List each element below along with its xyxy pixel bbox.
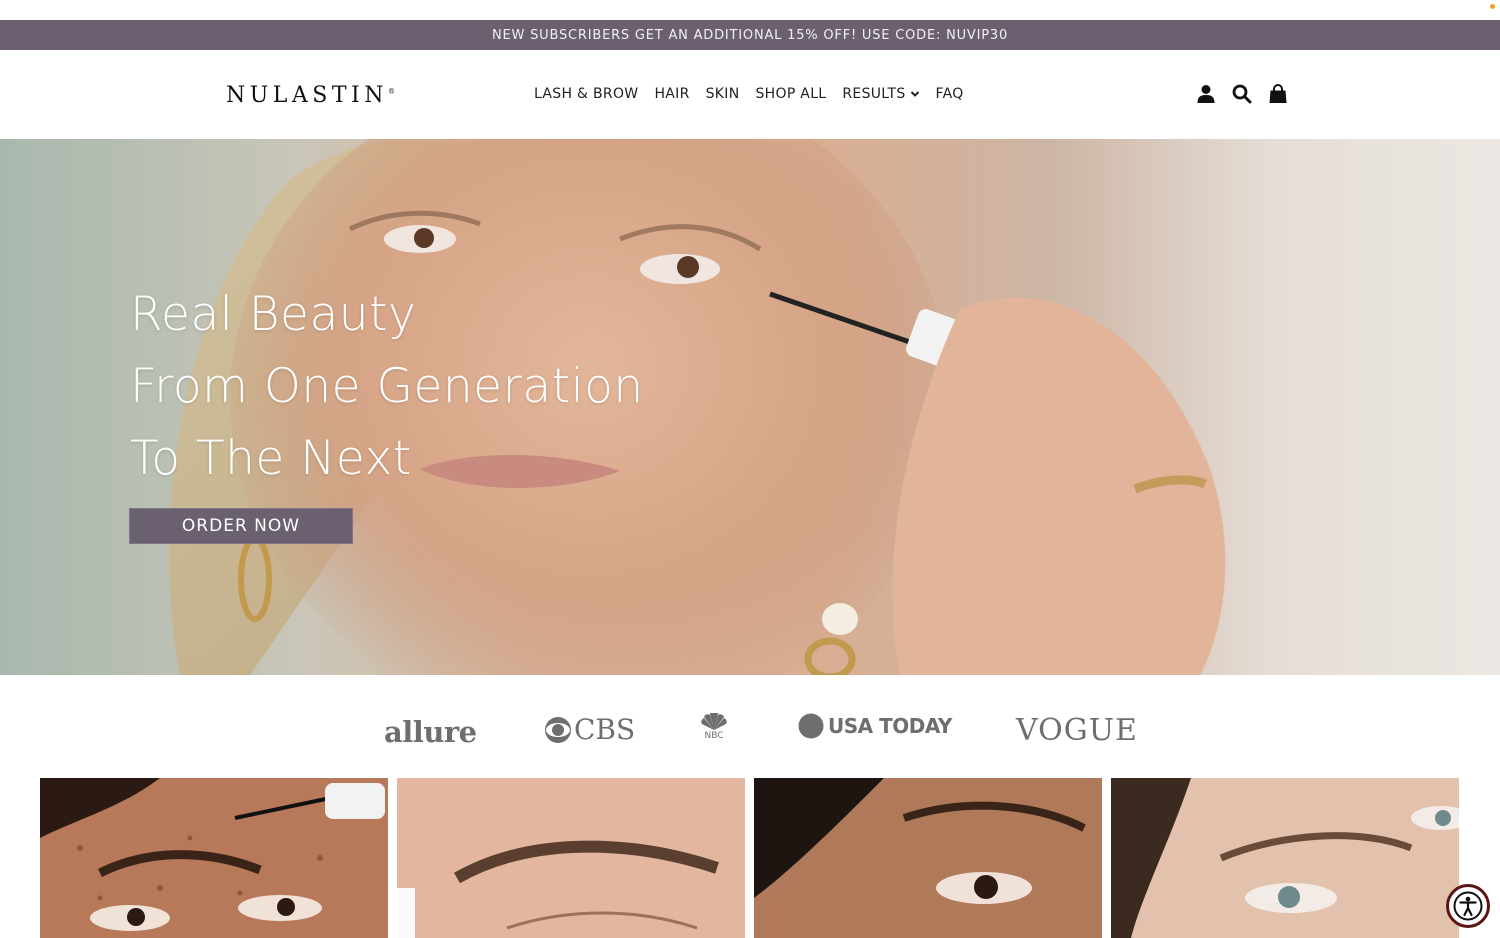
press-logo-cbs: CBS [544, 713, 635, 746]
promo-text: NEW SUBSCRIBERS GET AN ADDITIONAL 15% OF… [491, 27, 1009, 43]
tile-eye-deep[interactable] [754, 778, 1102, 938]
nav-shop-all[interactable]: SHOP ALL [755, 86, 826, 102]
tile-photo [1111, 778, 1459, 938]
nav-label: FAQ [935, 86, 964, 102]
peacock-icon [701, 713, 727, 730]
tile-photo [397, 778, 745, 938]
hero-line-1: Real Beauty [130, 287, 417, 342]
tile-photo [40, 778, 388, 938]
brand-name: NULASTIN [226, 83, 388, 108]
nav-label: SKIN [705, 86, 740, 102]
nav-label: LASH & BROW [534, 86, 639, 102]
hero-banner: Real Beauty From One Generation To The N… [0, 139, 1500, 675]
search-icon[interactable] [1232, 84, 1252, 104]
brand-logo[interactable]: NULASTIN® [226, 83, 395, 108]
site-header: NULASTIN® LASH & BROW HAIR SKIN SHOP ALL… [0, 50, 1500, 139]
registered-mark: ® [387, 87, 395, 96]
accessibility-button[interactable] [1446, 884, 1490, 928]
tile-photo [754, 778, 1102, 938]
nav-hair[interactable]: HAIR [654, 86, 689, 102]
press-logo-usa-today: USA TODAY [798, 713, 952, 739]
nav-label: HAIR [654, 86, 690, 102]
press-logo-text: USA TODAY [828, 714, 952, 738]
tile-eye-light[interactable] [1111, 778, 1459, 938]
press-logo-text: allure [384, 715, 477, 749]
accessibility-icon [1453, 891, 1483, 921]
hero-line-2: From One Generation [130, 359, 644, 414]
press-logo-text: NBC [704, 731, 724, 741]
press-logo-text: VOGUE [1016, 713, 1138, 748]
press-logo-vogue: VOGUE [1016, 713, 1138, 748]
press-logo-text: CBS [574, 713, 636, 746]
main-nav: LASH & BROW HAIR SKIN SHOP ALL RESULTS F… [534, 86, 964, 102]
promo-banner[interactable]: NEW SUBSCRIBERS GET AN ADDITIONAL 15% OF… [0, 20, 1500, 50]
product-tiles [40, 778, 1460, 938]
status-dot [1490, 4, 1495, 9]
nav-results[interactable]: RESULTS [842, 86, 919, 102]
hero-headline: Real Beauty From One Generation To The N… [130, 279, 644, 495]
nav-label: SHOP ALL [755, 86, 827, 102]
order-now-button[interactable]: ORDER NOW [129, 508, 353, 544]
cart-icon[interactable] [1268, 84, 1288, 104]
press-logos: allure CBS NBC USA TODAY VOGUE [0, 675, 1500, 778]
chevron-down-icon [910, 91, 919, 97]
header-icons [1196, 84, 1288, 104]
press-logo-allure: allure [384, 715, 477, 749]
nav-label: RESULTS [842, 86, 906, 102]
nav-lash-brow[interactable]: LASH & BROW [534, 86, 638, 102]
nav-skin[interactable]: SKIN [706, 86, 740, 102]
nav-faq[interactable]: FAQ [936, 86, 964, 102]
account-icon[interactable] [1196, 84, 1216, 104]
browser-top-strip [0, 0, 1500, 20]
cbs-eye-icon [545, 716, 571, 743]
press-logo-nbc: NBC [701, 713, 727, 741]
tile-brow-closeup[interactable] [397, 778, 745, 938]
usa-today-dot-icon [798, 713, 824, 739]
tile-brow-application[interactable] [40, 778, 388, 938]
hero-line-3: To The Next [130, 431, 412, 486]
